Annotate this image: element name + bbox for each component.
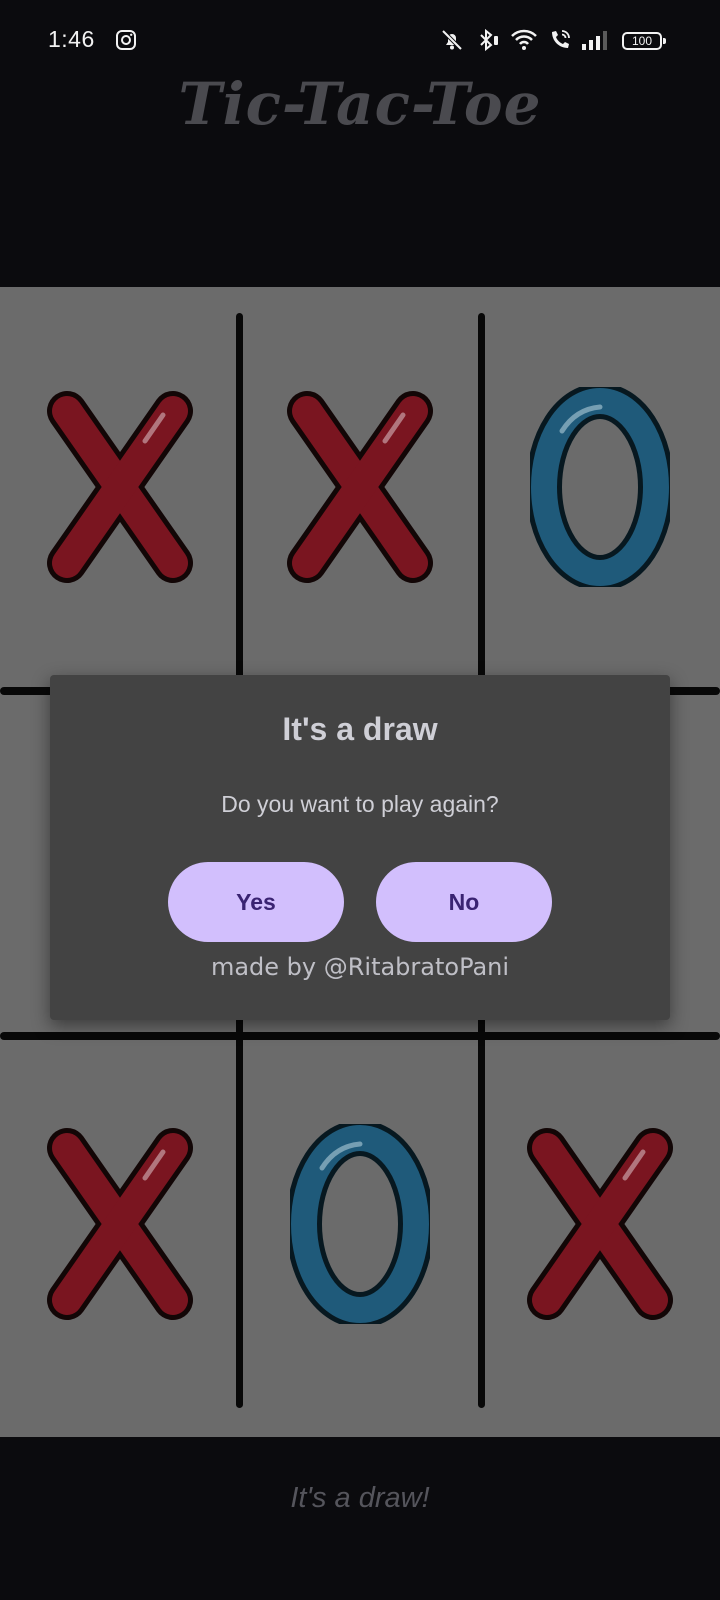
x-mark-icon — [47, 391, 193, 583]
board-cell-8[interactable] — [240, 1039, 480, 1409]
x-mark-icon — [47, 1128, 193, 1320]
mute-icon — [440, 28, 464, 52]
instagram-icon — [114, 28, 138, 52]
draw-dialog: It's a draw Do you want to play again? Y… — [50, 675, 670, 1020]
board-cell-2[interactable] — [240, 302, 480, 672]
board-cell-7[interactable] — [0, 1039, 240, 1409]
no-button[interactable]: No — [376, 862, 552, 942]
wifi-calling-icon — [548, 28, 572, 52]
x-mark-icon — [287, 391, 433, 583]
board-cell-1[interactable] — [0, 302, 240, 672]
x-mark-icon — [527, 1128, 673, 1320]
clock: 1:46 — [48, 26, 95, 52]
wifi-icon — [510, 28, 537, 52]
app-title: Tic-Tac-Toe — [178, 70, 542, 138]
bluetooth-icon — [476, 28, 500, 52]
signal-icon — [580, 28, 607, 52]
battery-icon: 100 — [622, 32, 666, 50]
dialog-title: It's a draw — [282, 711, 438, 747]
board-cell-9[interactable] — [480, 1039, 720, 1409]
game-status-text: It's a draw! — [290, 1482, 430, 1514]
app-screen: 1:46 100 Tic-Tac-Toe It's a draw Do you … — [0, 0, 720, 1600]
dialog-message: Do you want to play again? — [221, 791, 499, 817]
o-mark-icon — [290, 1124, 430, 1324]
yes-button[interactable]: Yes — [168, 862, 344, 942]
credit-text: made by @RitabratoPani — [210, 953, 510, 981]
o-mark-icon — [530, 387, 670, 587]
board-cell-3[interactable] — [480, 302, 720, 672]
